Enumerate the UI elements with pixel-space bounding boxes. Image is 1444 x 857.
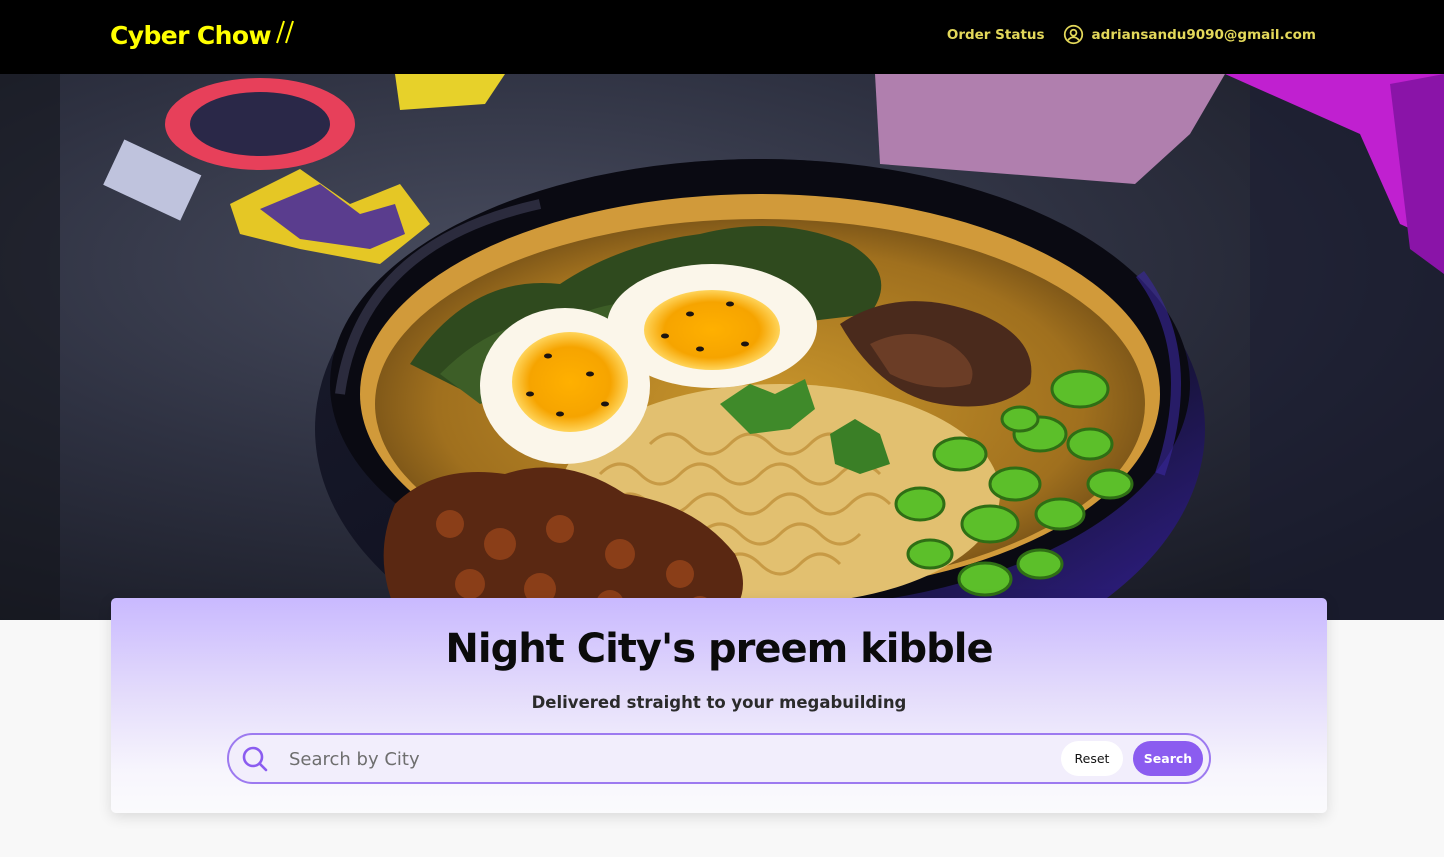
city-search-input[interactable]	[287, 743, 1047, 775]
top-navigation-bar: Cyber Chow Order Status adriansandu9090@…	[0, 0, 1444, 74]
logo-text: Cyber Chow	[110, 20, 272, 50]
city-search-bar: Reset Search	[227, 733, 1211, 784]
hero-subheadline: Delivered straight to your megabuilding	[531, 693, 907, 712]
hero-headline: Night City's preem kibble	[445, 626, 993, 672]
cyber-chow-logo[interactable]: Cyber Chow	[110, 19, 295, 51]
search-button[interactable]: Search	[1133, 741, 1203, 776]
hero-ramen-bowl-image	[0, 74, 1444, 620]
search-icon	[241, 745, 269, 773]
reset-button[interactable]: Reset	[1061, 741, 1123, 776]
header-nav: Order Status adriansandu9090@gmail.com	[947, 24, 1316, 45]
logo-slashes-icon	[275, 19, 295, 51]
user-email: adriansandu9090@gmail.com	[1091, 26, 1316, 43]
order-status-link[interactable]: Order Status	[947, 27, 1045, 43]
user-account-icon	[1063, 24, 1084, 45]
user-menu[interactable]: adriansandu9090@gmail.com	[1063, 24, 1316, 45]
search-card: Night City's preem kibble Delivered stra…	[111, 598, 1327, 813]
